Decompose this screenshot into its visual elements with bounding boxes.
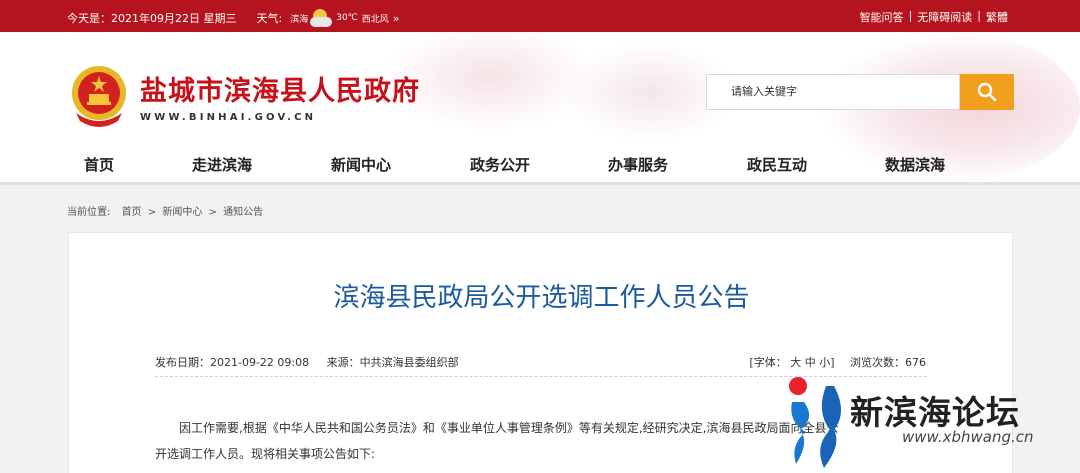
font-size-label: [字体： (749, 356, 787, 369)
nav-item-interaction[interactable]: 政民互动 (747, 154, 807, 175)
watermark-url: www.xbhwang.cn (902, 428, 1034, 446)
breadcrumb-separator: > (208, 207, 217, 218)
top-bar-info: 今天是：2021年09月22日 星期三 天气: 滨海 30℃ 西北风 » (67, 9, 420, 27)
forum-watermark: 新滨海论坛 www.xbhwang.cn (786, 372, 1080, 473)
search-box (706, 74, 1014, 110)
publish-date: 发布日期：2021-09-22 09:08 (155, 356, 310, 369)
search-button[interactable] (960, 74, 1014, 110)
nav-divider (0, 182, 1080, 185)
nav-item-news[interactable]: 新闻中心 (331, 154, 391, 175)
nav-item-about-binhai[interactable]: 走进滨海 (192, 154, 252, 175)
site-header: 盐城市滨海县人民政府 WWW.BINHAI.GOV.CN 首页 走进滨海 新闻中… (0, 32, 1080, 182)
site-title[interactable]: 盐城市滨海县人民政府 (140, 69, 420, 108)
article-meta: 发布日期：2021-09-22 09:08 来源：中共滨海县委组织部 (155, 354, 473, 370)
forum-logo-icon (789, 377, 841, 468)
font-size-large[interactable]: 大 (790, 356, 801, 369)
smart-qa-link[interactable]: 智能问答 (860, 9, 904, 25)
nav-item-data[interactable]: 数据滨海 (885, 154, 945, 175)
top-bar-links: 智能问答 | 无障碍阅读 | 繁體 (860, 9, 1008, 25)
article-tools: [字体： 大 中 小] 浏览次数：676 (749, 354, 926, 370)
partly-cloudy-icon (310, 9, 333, 27)
search-icon (977, 82, 997, 102)
nav-item-home[interactable]: 首页 (84, 154, 114, 175)
breadcrumb-label: 当前位置: (67, 207, 111, 218)
font-size-small[interactable]: 小 (819, 356, 830, 369)
article-source: 来源：中共滨海县委组织部 (326, 356, 459, 369)
watermark-text: 新滨海论坛 (850, 393, 1020, 432)
breadcrumb-news[interactable]: 新闻中心 (162, 207, 202, 218)
link-separator: | (908, 9, 913, 22)
top-bar: 今天是：2021年09月22日 星期三 天气: 滨海 30℃ 西北风 » 智能问… (0, 0, 1080, 32)
breadcrumb-notices[interactable]: 通知公告 (223, 207, 263, 218)
link-separator: | (977, 9, 981, 22)
traditional-chinese-link[interactable]: 繁體 (986, 9, 1008, 25)
main-nav: 首页 走进滨海 新闻中心 政务公开 办事服务 政民互动 数据滨海 (0, 148, 1080, 182)
font-size-close: ] (830, 356, 835, 369)
weather-temperature: 30℃ (336, 13, 358, 23)
breadcrumb-home[interactable]: 首页 (122, 207, 142, 218)
view-count: 浏览次数：676 (850, 356, 926, 369)
nav-item-services[interactable]: 办事服务 (608, 154, 668, 175)
breadcrumb-separator: > (147, 207, 157, 218)
weather-label: 天气: (256, 12, 283, 25)
weather-wind: 西北风 (361, 14, 389, 25)
weather-city: 滨海 (290, 14, 309, 25)
weather-more-icon[interactable]: » (393, 12, 400, 25)
national-emblem-icon[interactable] (68, 63, 130, 127)
weather-widget: 天气: 滨海 30℃ 西北风 » (256, 9, 419, 27)
paragraph-text: 因工作需要,根据《中华人民共和国公务员法》和《事业单位人事管理条例》等有关规定,… (179, 421, 839, 435)
current-date: 今天是：2021年09月22日 星期三 (67, 12, 237, 25)
accessibility-link[interactable]: 无障碍阅读 (917, 9, 972, 25)
site-url: WWW.BINHAI.GOV.CN (140, 112, 317, 123)
search-input[interactable] (706, 74, 960, 110)
nav-item-gov-affairs[interactable]: 政务公开 (470, 154, 530, 175)
font-size-medium[interactable]: 中 (805, 356, 816, 369)
breadcrumb: 当前位置: 首页 > 新闻中心 > 通知公告 (67, 203, 266, 218)
article-title: 滨海县民政局公开选调工作人员公告 (333, 283, 750, 313)
